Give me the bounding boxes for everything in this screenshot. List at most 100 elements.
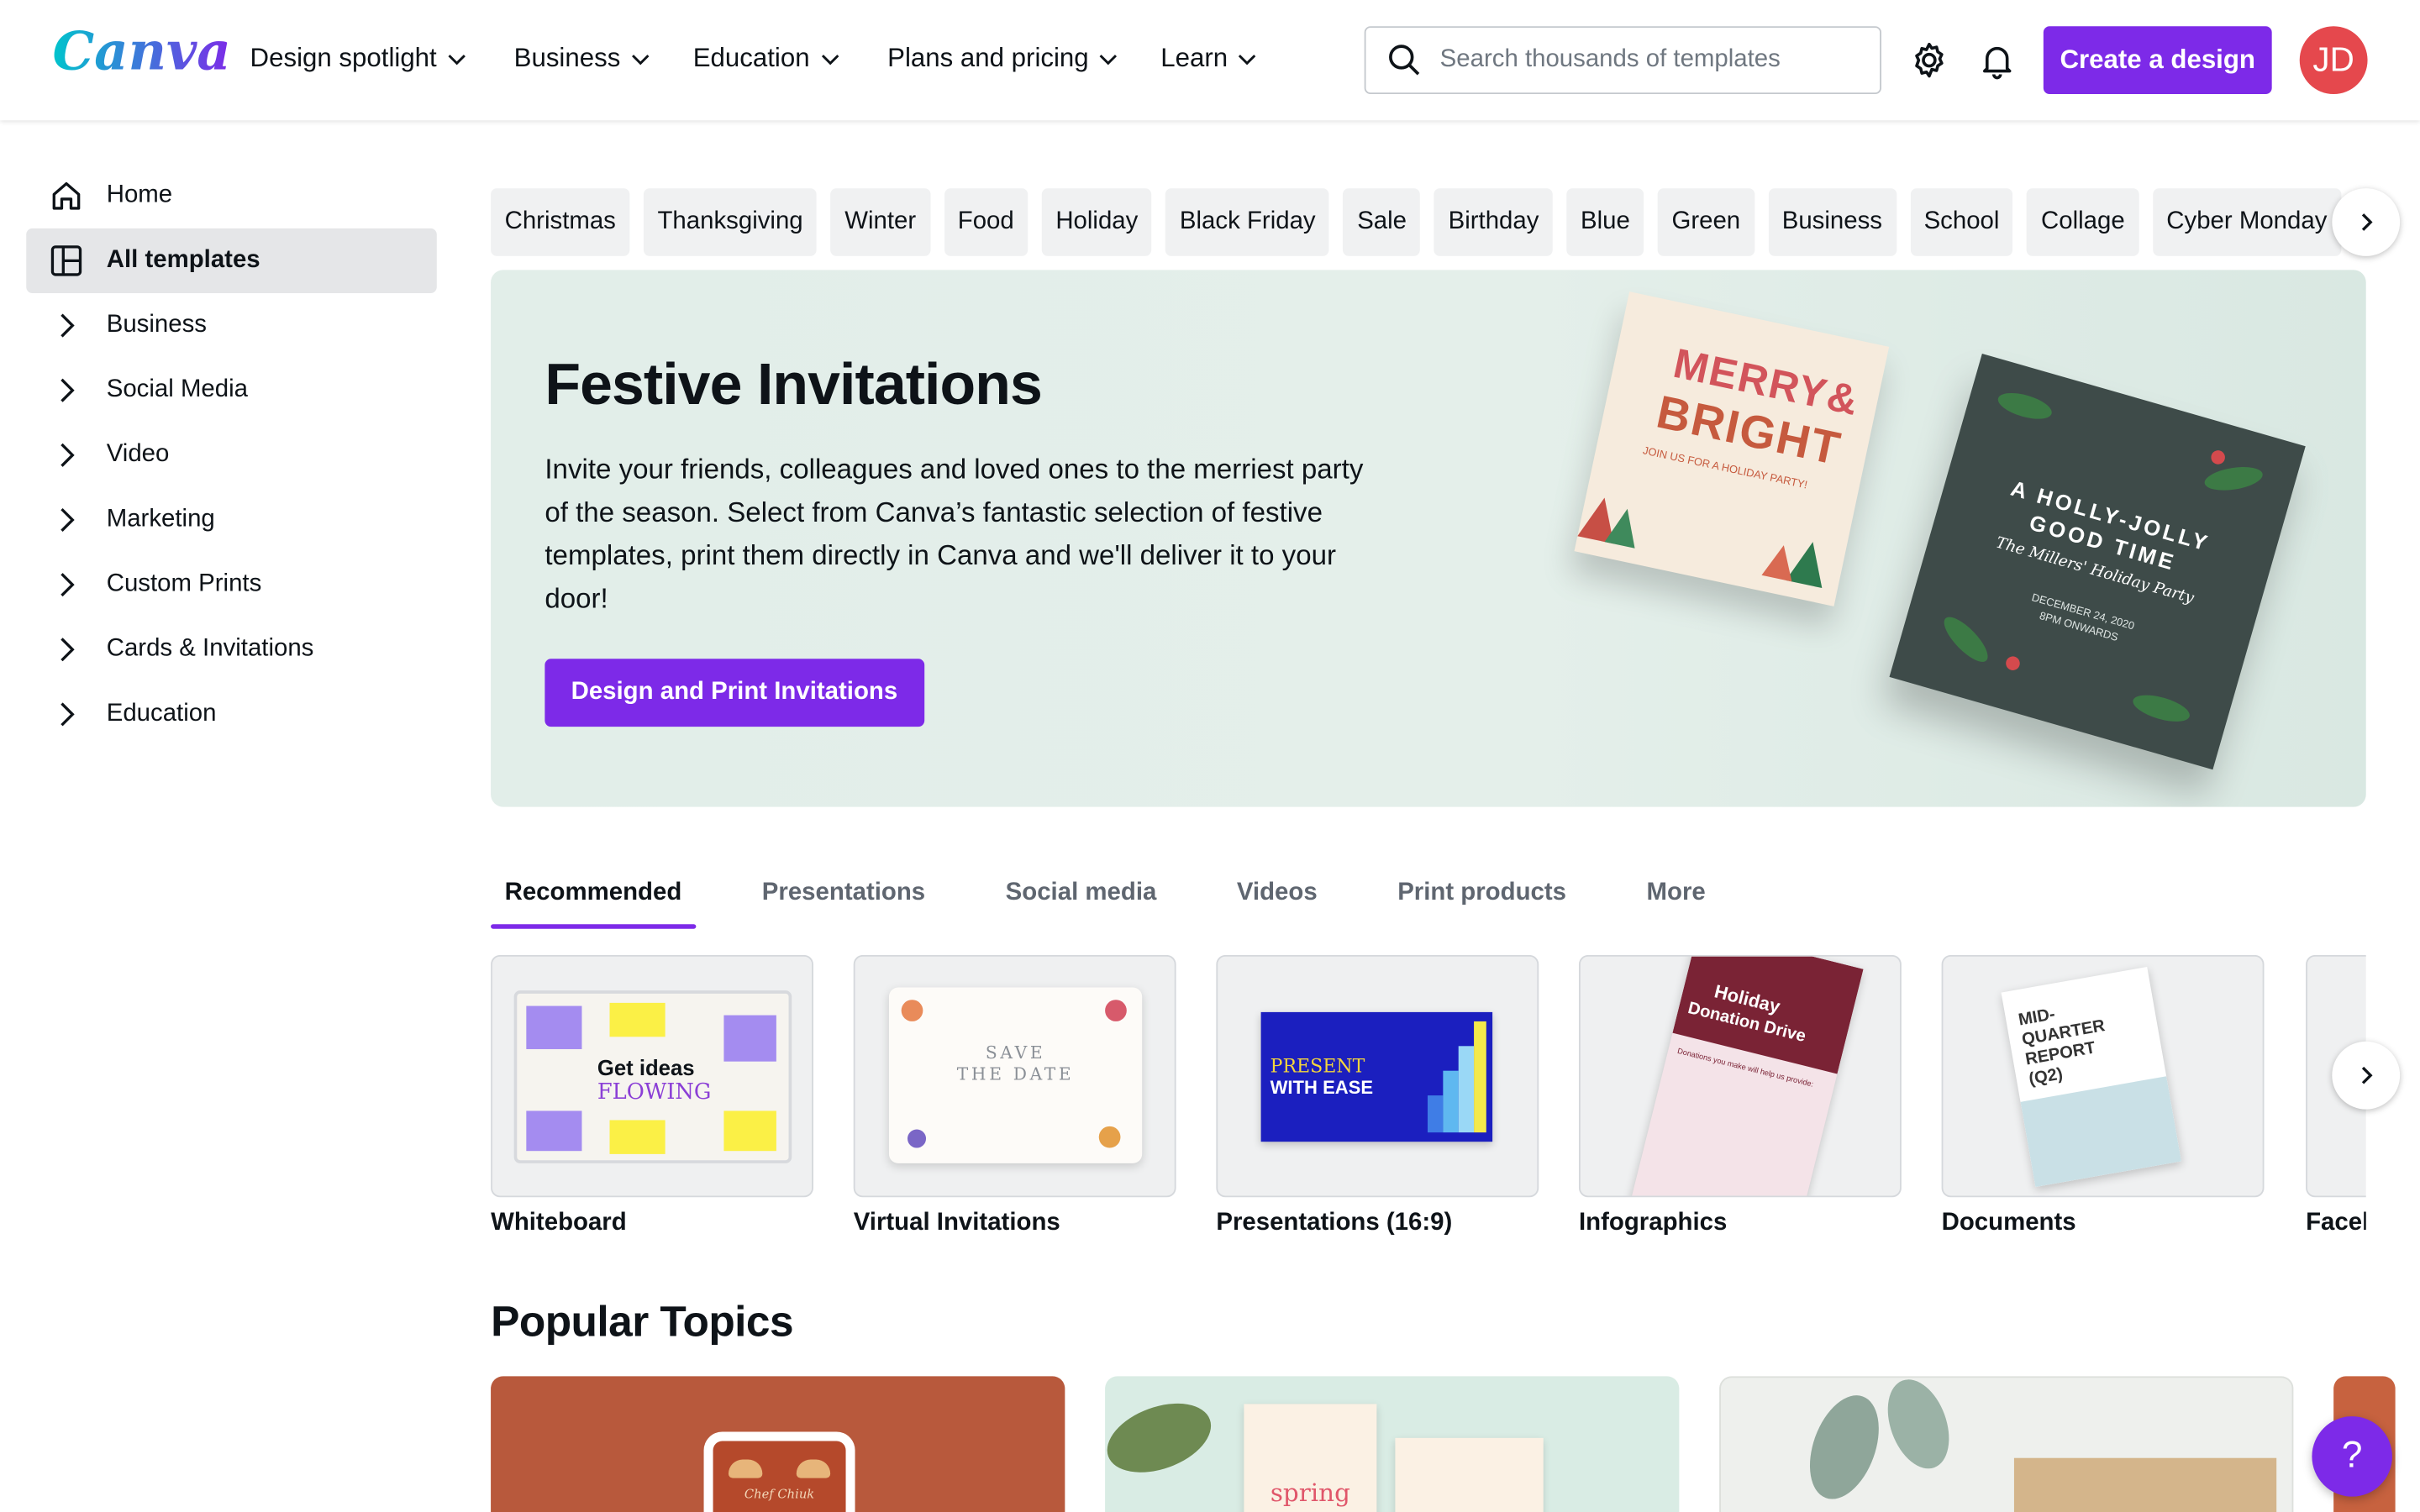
template-card-documents[interactable]: MID- QUARTER REPORT (Q2) Documents	[1941, 954, 2265, 1237]
sidebar-item-custom-prints[interactable]: Custom Prints	[26, 553, 437, 617]
topic-card-food[interactable]: Chef Chiuk	[491, 1376, 1065, 1512]
chip-birthday[interactable]: Birthday	[1434, 188, 1553, 256]
hero-card-holly-jolly[interactable]: A HOLLY-JOLLY GOOD TIME The Millers' Hol…	[1889, 353, 2306, 770]
nav-business[interactable]: Business	[514, 43, 651, 74]
bar-step	[1427, 1095, 1444, 1133]
chip-sale[interactable]: Sale	[1343, 188, 1421, 256]
sidebar: Home All templates Business Social Media…	[26, 164, 437, 747]
nav-design-spotlight[interactable]: Design spotlight	[250, 43, 468, 74]
hero-card-merry-bright[interactable]: MERRY& BRIGHT JOIN US FOR A HOLIDAY PART…	[1574, 291, 1890, 606]
berry-icon	[2004, 654, 2022, 672]
chip-green[interactable]: Green	[1657, 188, 1754, 256]
nav-label: Plans and pricing	[887, 43, 1089, 73]
chips-next-button[interactable]	[2332, 188, 2401, 256]
chip-school[interactable]: School	[1910, 188, 2013, 256]
chip-black-friday[interactable]: Black Friday	[1165, 188, 1330, 256]
chevron-down-icon	[1239, 55, 1257, 66]
sidebar-item-home[interactable]: Home	[26, 164, 437, 228]
sidebar-item-social-media[interactable]: Social Media	[26, 358, 437, 423]
chip-blue[interactable]: Blue	[1566, 188, 1644, 256]
bell-icon[interactable]	[1977, 40, 2018, 81]
search-box[interactable]	[1364, 26, 1881, 95]
nav-label: Business	[513, 43, 621, 73]
tab-print-products[interactable]: Print products	[1384, 858, 1581, 928]
spring-card: spring	[1244, 1404, 1377, 1512]
sidebar-item-all-templates[interactable]: All templates	[26, 228, 437, 293]
chip-collage[interactable]: Collage	[2027, 188, 2139, 256]
burger-icon	[796, 1459, 831, 1478]
thumb-text1: Get ideas	[597, 1055, 695, 1080]
sticky-note	[526, 1110, 582, 1152]
card-thumbnail: SAVE THE DATE	[853, 954, 1176, 1198]
card-label: Infographics	[1578, 1210, 1728, 1236]
nav-plans-and-pricing[interactable]: Plans and pricing	[887, 43, 1119, 74]
sidebar-item-education[interactable]: Education	[26, 682, 437, 747]
infographic-preview: Holiday Donation Drive Donations you mak…	[1628, 956, 1864, 1196]
chevron-right-icon	[60, 378, 75, 402]
chip-christmas[interactable]: Christmas	[491, 188, 630, 256]
home-icon	[52, 181, 81, 210]
sidebar-item-label: Custom Prints	[106, 570, 262, 597]
bar-step	[1443, 1070, 1459, 1133]
template-card-presentations[interactable]: PRESENT WITH EASE Presentations (16:9)	[1216, 954, 1539, 1237]
card-thumbnail: Holiday Donation Drive Donations you mak…	[1578, 954, 1902, 1198]
tab-social-media[interactable]: Social media	[992, 858, 1171, 928]
tab-recommended[interactable]: Recommended	[491, 858, 696, 929]
search-input[interactable]	[1439, 46, 1842, 75]
thumb-text2: WITH EASE	[1270, 1077, 1374, 1099]
chevron-down-icon	[1100, 55, 1118, 66]
card-thumbnail: MID- QUARTER REPORT (Q2)	[1941, 954, 2265, 1198]
category-chips: Christmas Thanksgiving Winter Food Holid…	[491, 188, 2366, 256]
topic-card-stationery[interactable]	[1719, 1376, 2294, 1512]
thumb-text1: SAVE	[985, 1042, 1046, 1063]
chevron-right-icon	[2361, 213, 2373, 231]
nav-education[interactable]: Education	[693, 43, 841, 74]
chip-winter[interactable]: Winter	[830, 188, 930, 256]
flower-icon	[1098, 1126, 1121, 1148]
template-card-whiteboard[interactable]: Get ideas FLOWING Whiteboard	[491, 954, 813, 1237]
canva-logo[interactable]: Canva	[52, 22, 230, 83]
avatar[interactable]: JD	[2299, 26, 2368, 95]
chip-food[interactable]: Food	[944, 188, 1028, 256]
kraft-envelope	[2013, 1457, 2277, 1512]
sidebar-item-video[interactable]: Video	[26, 423, 437, 487]
nav-learn[interactable]: Learn	[1160, 43, 1259, 74]
recommended-templates: Get ideas FLOWING Whiteboard SAVE THE DA…	[491, 954, 2366, 1248]
sticky-note	[723, 1015, 776, 1062]
template-card-virtual-invitations[interactable]: SAVE THE DATE Virtual Invitations	[853, 954, 1176, 1237]
chevron-right-icon	[60, 443, 75, 467]
tab-videos[interactable]: Videos	[1223, 858, 1331, 928]
create-design-button[interactable]: Create a design	[2043, 26, 2272, 95]
topic-card-spring[interactable]: spring	[1105, 1376, 1680, 1512]
bar-step	[1474, 1021, 1486, 1133]
tab-more[interactable]: More	[1633, 858, 1719, 928]
sidebar-item-label: Marketing	[106, 506, 215, 533]
chip-cyber-monday[interactable]: Cyber Monday	[2152, 188, 2341, 256]
search-icon	[1389, 45, 1420, 76]
chevron-down-icon	[821, 55, 839, 66]
burger-icon	[728, 1459, 763, 1478]
chevron-down-icon	[631, 55, 650, 66]
nav-label: Design spotlight	[250, 43, 437, 73]
sidebar-item-label: Cards & Invitations	[106, 635, 314, 662]
gear-icon[interactable]	[1909, 40, 1949, 81]
card-label: Virtual Invitations	[853, 1210, 1060, 1236]
sidebar-item-business[interactable]: Business	[26, 293, 437, 358]
nav-label: Education	[692, 43, 810, 73]
chip-business[interactable]: Business	[1768, 188, 1897, 256]
sidebar-item-label: Social Media	[106, 376, 248, 403]
sidebar-item-cards-invitations[interactable]: Cards & Invitations	[26, 617, 437, 682]
chip-thanksgiving[interactable]: Thanksgiving	[643, 188, 818, 256]
cards-next-button[interactable]	[2332, 1041, 2401, 1110]
thumb-text2: THE DATE	[956, 1064, 1075, 1085]
help-button[interactable]: ?	[2312, 1416, 2392, 1497]
sidebar-item-marketing[interactable]: Marketing	[26, 487, 437, 552]
design-print-invitations-button[interactable]: Design and Print Invitations	[544, 659, 924, 727]
chevron-right-icon	[60, 507, 75, 533]
holly-leaf-icon	[2202, 463, 2265, 494]
tab-presentations[interactable]: Presentations	[748, 858, 939, 928]
popular-topics-heading: Popular Topics	[491, 1297, 794, 1346]
template-card-infographics[interactable]: Holiday Donation Drive Donations you mak…	[1578, 954, 1902, 1237]
card-label: Whiteboard	[491, 1210, 627, 1236]
chip-holiday[interactable]: Holiday	[1041, 188, 1152, 256]
